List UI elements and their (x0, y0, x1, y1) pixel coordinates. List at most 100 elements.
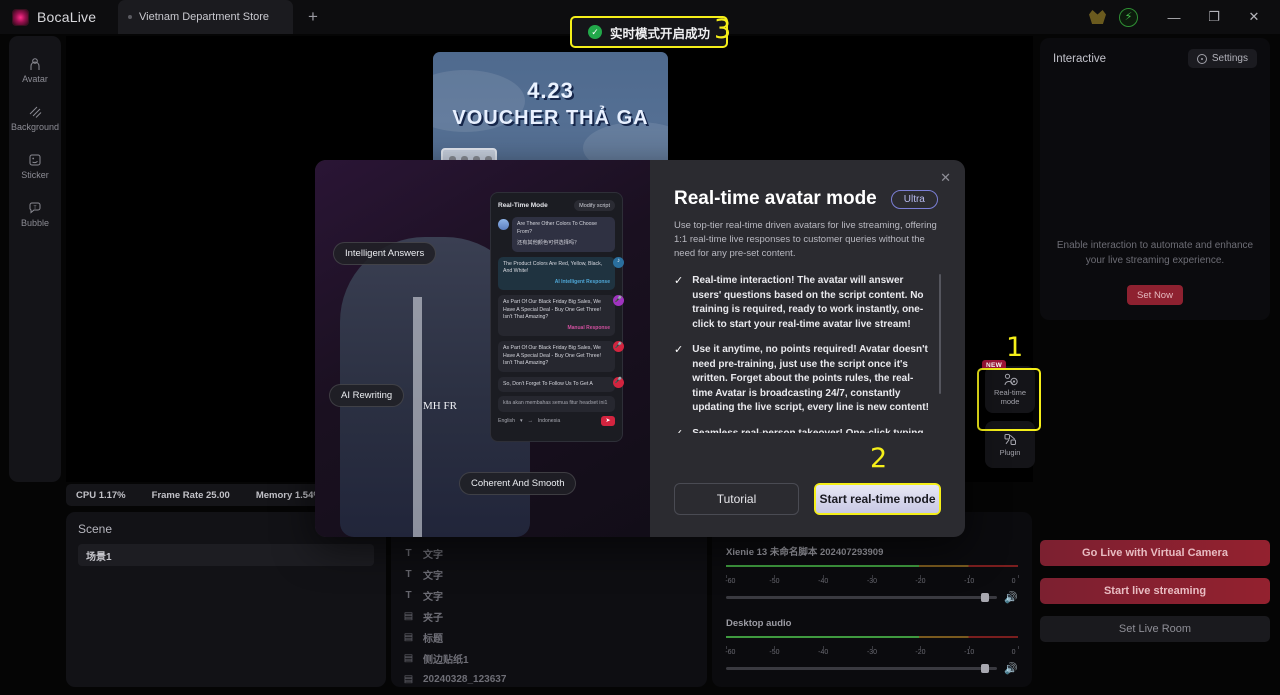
layer-row[interactable]: T 文字 (391, 543, 707, 564)
send-button[interactable]: ➤ (601, 415, 615, 426)
volume-slider[interactable] (726, 593, 998, 602)
real-time-mode-label: Real-time mode (993, 388, 1027, 406)
live-actions: Go Live with Virtual Camera Start live s… (1040, 540, 1270, 654)
avatar-icon (30, 57, 40, 70)
promo-pill-intelligent-answers: Intelligent Answers (333, 242, 437, 265)
ultra-badge: Ultra (890, 189, 938, 209)
modify-script-button[interactable]: Modify script (574, 200, 615, 211)
chat-bubble-ai: The Product Colors Are Red, Yellow, Blac… (498, 256, 624, 290)
promo-jacket-stripe (413, 297, 422, 537)
tutorial-button[interactable]: Tutorial (674, 483, 799, 515)
layer-label: 夹子 (423, 613, 443, 624)
layer-row[interactable]: ▤ 夹子 (391, 606, 707, 627)
layer-label: 文字 (423, 550, 443, 561)
tab-vietnam-department-store[interactable]: Vietnam Department Store (118, 0, 293, 34)
promo-chat-input[interactable]: kita akan membahas semua fitur headset i… (498, 396, 615, 412)
sidebar-item-label: Sticker (21, 169, 49, 180)
highlight-box-start-real-time-mode: Start real-time mode (814, 483, 941, 515)
layer-label: 标题 (423, 634, 443, 645)
tick-label: -50 (769, 578, 780, 585)
set-live-room-button[interactable]: Set Live Room (1040, 616, 1270, 642)
image-icon: ▤ (403, 653, 414, 664)
audio-meter (726, 565, 1018, 575)
sidebar-item-avatar[interactable]: Avatar (9, 46, 61, 94)
sidebar-item-background[interactable]: Background (9, 94, 61, 142)
promo-chat-header: Real-Time Mode Modify script (498, 200, 615, 211)
volume-row[interactable]: 🔊 (726, 591, 1018, 604)
check-icon: ✓ (674, 275, 684, 287)
layer-label: 20240328_123637 (423, 674, 507, 685)
mic-icon: 🎤 (613, 295, 624, 306)
modal-title-row: Real-time avatar mode Ultra (674, 188, 941, 210)
volume-knob[interactable] (981, 593, 990, 602)
scene-list-item[interactable]: 场景1 (78, 544, 374, 566)
canvas-title: 4.23 (527, 78, 574, 103)
tick-label: 0 (1011, 649, 1016, 656)
feature-item: ✓ Seamless real-person takeover! One-cli… (674, 427, 929, 434)
toast-message: 实时模式开启成功 (610, 26, 711, 41)
layer-label: 文字 (423, 592, 443, 603)
sidebar-item-sticker[interactable]: Sticker (9, 142, 61, 190)
feature-item: ✓ Real-time interaction! The avatar will… (674, 274, 929, 332)
lang-from[interactable]: English (498, 418, 515, 424)
volume-slider[interactable] (726, 664, 998, 673)
set-now-button[interactable]: Set Now (1127, 285, 1183, 305)
brand-name: BocaLive (37, 9, 97, 25)
start-real-time-mode-button[interactable]: Start real-time mode (816, 485, 939, 513)
sidebar-item-label: Avatar (22, 73, 48, 84)
layer-row[interactable]: ▤ 侧边贴纸1 (391, 648, 707, 669)
annotation-marker-1: 1 (1006, 332, 1024, 363)
interactive-settings-button[interactable]: Settings (1187, 49, 1257, 68)
maximize-button[interactable]: ❐ (1196, 0, 1232, 34)
real-time-mode-tool[interactable]: NEW Real-time mode (982, 360, 1035, 413)
app-window: BocaLive Vietnam Department Store + ⚡ — … (0, 0, 1280, 695)
sidebar-item-label: Bubble (20, 217, 50, 228)
audio-meter-ticks: -60 -50 -40 -30 -20 -10 0 (725, 575, 1019, 586)
speaker-icon[interactable]: 🔊 (1004, 662, 1018, 675)
layer-row[interactable]: ▤ 标题 (391, 627, 707, 648)
realtime-mode-icon (1004, 373, 1018, 386)
chat-text: As Part Of Our Black Friday Big Sales, W… (503, 345, 601, 366)
chat-text-cn: 还有其他颜色可供选择吗？ (517, 240, 580, 246)
arrow-right-icon: → (527, 417, 533, 424)
audio-channel-name: Xienie 13 未命名脚本 202407293909 (726, 547, 884, 558)
volume-row[interactable]: 🔊 (726, 662, 1018, 675)
sidebar-item-bubble[interactable]: T Bubble (9, 190, 61, 238)
new-tab-button[interactable]: + (293, 0, 333, 34)
check-icon: ✓ (674, 344, 684, 356)
promo-monogram: MH FR (423, 400, 457, 412)
layer-row[interactable]: ▤ 20240328_123637 (391, 669, 707, 687)
plugin-tool[interactable]: Plugin (985, 421, 1035, 468)
modal-scrollbar[interactable] (939, 274, 941, 394)
layer-row[interactable]: T 文字 (391, 564, 707, 585)
feature-text: Use it anytime, no points required! Avat… (692, 344, 929, 413)
lang-to[interactable]: Indonesia (538, 418, 561, 424)
tick-label: -10 (964, 578, 975, 585)
start-live-streaming-button[interactable]: Start live streaming (1040, 578, 1270, 604)
tab-label: Vietnam Department Store (139, 11, 270, 23)
modal-actions: Tutorial Start real-time mode (674, 483, 941, 515)
svg-text:T: T (33, 204, 36, 210)
modal-description: Use top-tier real-time driven avatars fo… (674, 220, 937, 259)
check-circle-icon: ✓ (588, 25, 602, 39)
mic-icon: 🎤 (613, 376, 624, 388)
power-icon[interactable]: ⚡ (1119, 7, 1138, 27)
plugin-icon (1004, 433, 1016, 445)
promo-chat-title: Real-Time Mode (498, 202, 548, 209)
crown-icon[interactable] (1089, 10, 1106, 24)
minimize-button[interactable]: — (1156, 0, 1192, 34)
audio-channel: Desktop audio -60 -50 -40 -30 -20 -10 0 … (725, 618, 1019, 675)
layer-label: 侧边贴纸1 (423, 655, 469, 666)
speaker-icon[interactable]: 🔊 (1004, 591, 1018, 604)
close-icon[interactable]: ✕ (940, 170, 951, 186)
layers-panel: T 文字 T 文字 T 文字 ▤ 夹子 ▤ 标题 ▤ 侧边贴纸1 ▤ 20240328_123… (391, 512, 707, 687)
audio-meter-fill (726, 565, 919, 567)
go-live-virtual-camera-button[interactable]: Go Live with Virtual Camera (1040, 540, 1270, 566)
text-icon: T (405, 548, 412, 559)
background-icon (29, 106, 42, 118)
close-button[interactable]: ✕ (1236, 0, 1272, 34)
layer-row[interactable]: T 文字 (391, 585, 707, 606)
cpu-status: CPU 1.17% (76, 489, 126, 501)
scene-panel: Scene 场景1 (66, 512, 386, 687)
volume-knob[interactable] (981, 664, 990, 673)
